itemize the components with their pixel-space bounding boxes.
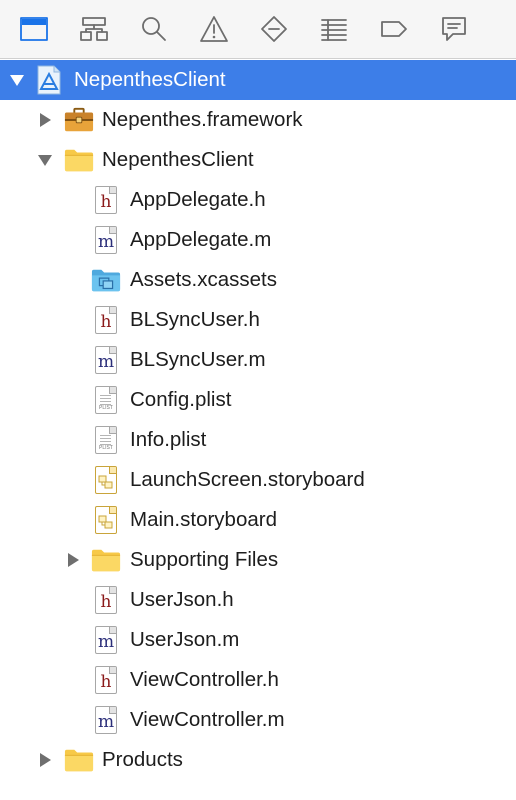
tree-item-label: Assets.xcassets: [130, 268, 277, 291]
tree-row[interactable]: Assets.xcassets: [0, 260, 516, 300]
objc-source-file-icon: m: [91, 704, 121, 736]
tree-row[interactable]: h BLSyncUser.h: [0, 300, 516, 340]
tree-row[interactable]: m AppDelegate.m: [0, 220, 516, 260]
tree-row[interactable]: Main.storyboard: [0, 500, 516, 540]
list-icon: [321, 19, 347, 41]
project-navigator-button[interactable]: [18, 14, 50, 44]
speech-bubble-icon: [442, 17, 466, 41]
disclosure-collapsed-icon[interactable]: [36, 751, 54, 769]
debug-navigator-button[interactable]: [318, 14, 350, 44]
storyboard-file-icon: [91, 464, 121, 496]
tree-item-label: NepenthesClient: [74, 68, 226, 91]
tree-item-label: AppDelegate.m: [130, 228, 272, 251]
tree-row[interactable]: h ViewController.h: [0, 660, 516, 700]
header-file-icon: h: [91, 304, 121, 336]
tree-row[interactable]: h UserJson.h: [0, 580, 516, 620]
asset-catalog-folder-icon: [91, 264, 121, 296]
tree-row[interactable]: LaunchScreen.storyboard: [0, 460, 516, 500]
tree-item-label: Nepenthes.framework: [102, 108, 303, 131]
hierarchy-icon: [80, 17, 108, 41]
warning-icon: [200, 16, 228, 42]
tree-row[interactable]: m BLSyncUser.m: [0, 340, 516, 380]
disclosure-collapsed-icon[interactable]: [36, 111, 54, 129]
tree-item-label: BLSyncUser.h: [130, 308, 260, 331]
tree-item-label: UserJson.h: [130, 588, 234, 611]
tree-item-label: Info.plist: [130, 428, 207, 451]
tree-row[interactable]: PLIST Config.plist: [0, 380, 516, 420]
yellow-folder-icon: [64, 144, 94, 176]
navigator-toolbar: [0, 0, 516, 59]
tree-item-label: LaunchScreen.storyboard: [130, 468, 365, 491]
diamond-minus-icon: [261, 16, 287, 42]
folder-icon: [20, 17, 48, 41]
tree-row[interactable]: h AppDelegate.h: [0, 180, 516, 220]
tree-item-label: Supporting Files: [130, 548, 279, 571]
tree-item-label: Main.storyboard: [130, 508, 277, 531]
tree-row[interactable]: PLIST Info.plist: [0, 420, 516, 460]
test-navigator-button[interactable]: [258, 14, 290, 44]
tree-row[interactable]: NepenthesClient: [0, 140, 516, 180]
yellow-folder-icon: [91, 544, 121, 576]
tree-row[interactable]: m UserJson.m: [0, 620, 516, 660]
framework-toolbox-icon: [64, 104, 94, 136]
disclosure-expanded-icon[interactable]: [8, 71, 26, 89]
tree-row[interactable]: Products: [0, 740, 516, 780]
header-file-icon: h: [91, 664, 121, 696]
header-file-icon: h: [91, 584, 121, 616]
yellow-folder-icon: [64, 744, 94, 776]
tree-item-label: ViewController.m: [130, 708, 285, 731]
tree-item-label: Products: [102, 748, 183, 771]
objc-source-file-icon: m: [91, 344, 121, 376]
find-navigator-button[interactable]: [138, 14, 170, 44]
disclosure-expanded-icon[interactable]: [36, 151, 54, 169]
tree-row[interactable]: Nepenthes.framework: [0, 100, 516, 140]
breakpoint-navigator-button[interactable]: [378, 14, 410, 44]
xcode-project-icon: [34, 64, 64, 96]
disclosure-collapsed-icon[interactable]: [64, 551, 82, 569]
report-navigator-button[interactable]: [438, 14, 470, 44]
tree-item-label: BLSyncUser.m: [130, 348, 266, 371]
tree-item-label: Config.plist: [130, 388, 232, 411]
tree-item-label: AppDelegate.h: [130, 188, 266, 211]
tree-item-label: NepenthesClient: [102, 148, 254, 171]
tree-row[interactable]: Supporting Files: [0, 540, 516, 580]
tree-item-label: UserJson.m: [130, 628, 240, 651]
tree-row[interactable]: m ViewController.m: [0, 700, 516, 740]
tree-row[interactable]: NepenthesClient: [0, 60, 516, 100]
tree-item-label: ViewController.h: [130, 668, 279, 691]
objc-source-file-icon: m: [91, 624, 121, 656]
objc-source-file-icon: m: [91, 224, 121, 256]
symbol-navigator-button[interactable]: [78, 14, 110, 44]
breakpoint-tag-icon: [381, 21, 407, 37]
issue-navigator-button[interactable]: [198, 14, 230, 44]
search-icon: [142, 17, 166, 41]
plist-file-icon: PLIST: [91, 424, 121, 456]
storyboard-file-icon: [91, 504, 121, 536]
plist-file-icon: PLIST: [91, 384, 121, 416]
header-file-icon: h: [91, 184, 121, 216]
